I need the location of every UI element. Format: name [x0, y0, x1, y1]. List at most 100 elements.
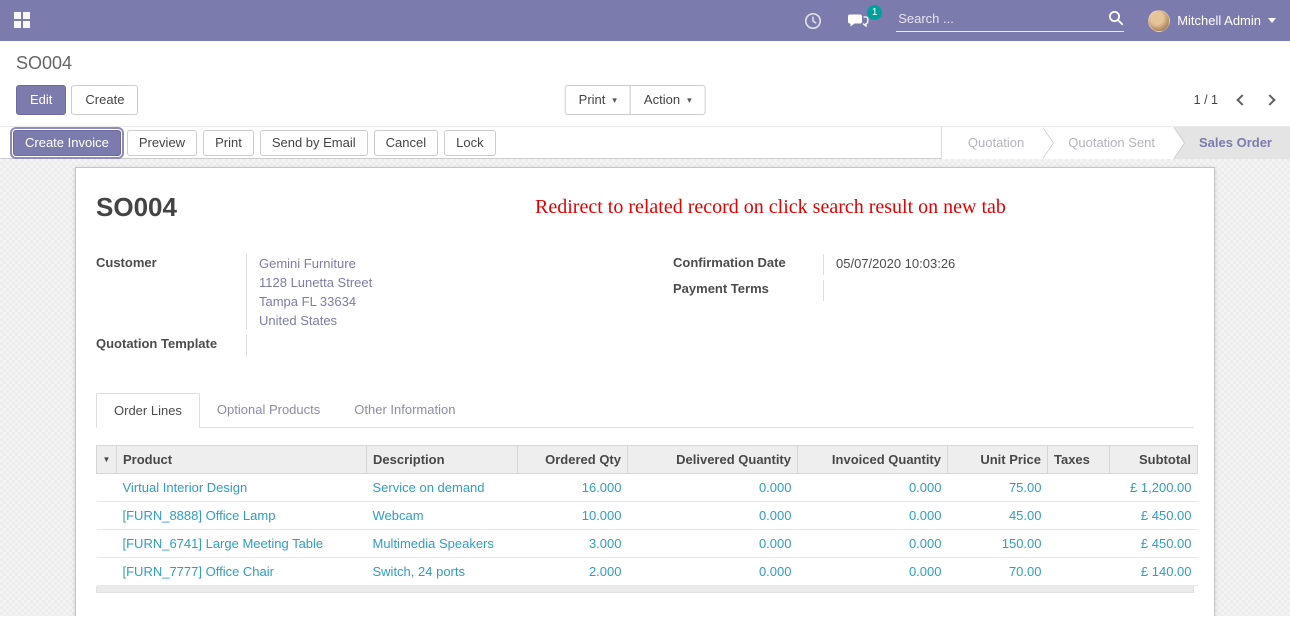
statusbar-button-preview[interactable]: Preview [127, 130, 197, 156]
pager-previous-icon[interactable] [1236, 94, 1247, 105]
field-confirmation-date: Confirmation Date05/07/2020 10:03:26 [673, 254, 1194, 275]
statusbar: Create InvoicePreviewPrintSend by EmailC… [0, 126, 1290, 159]
column-header-unit_price[interactable]: Unit Price [948, 446, 1048, 474]
user-avatar [1148, 10, 1170, 32]
field-value-line[interactable]: Tampa FL 33634 [259, 292, 617, 311]
statusbar-button-cancel[interactable]: Cancel [374, 130, 438, 156]
cell-text[interactable]: Switch, 24 ports [373, 564, 466, 579]
column-header-delivered_qty[interactable]: Delivered Quantity [628, 446, 798, 474]
field-value: Gemini Furniture1128 Lunetta StreetTampa… [246, 254, 617, 330]
cell-text: 45.00 [1009, 508, 1042, 523]
statusbar-button-print[interactable]: Print [203, 130, 254, 156]
field-value-line[interactable]: 1128 Lunetta Street [259, 273, 617, 292]
cell-text[interactable]: Webcam [373, 508, 424, 523]
edit-button[interactable]: Edit [16, 85, 66, 115]
cell-text[interactable]: Multimedia Speakers [373, 536, 494, 551]
table-row[interactable]: Virtual Interior Design Service on demand… [97, 474, 1198, 502]
caret-down-icon: ▾ [612, 92, 617, 108]
product-link[interactable]: Virtual Interior Design [123, 480, 248, 495]
field-value-line[interactable]: Gemini Furniture [259, 254, 617, 273]
print-menu-button[interactable]: Print ▾ [565, 85, 631, 115]
control-panel-buttons: Edit Create Print ▾ Action ▾ 1 / 1 [16, 85, 1274, 126]
column-header-invoiced_qty[interactable]: Invoiced Quantity [798, 446, 948, 474]
status-step-sales-order[interactable]: Sales Order [1173, 127, 1290, 159]
column-header-ordered_qty[interactable]: Ordered Qty [518, 446, 628, 474]
field-value [246, 335, 617, 356]
notebook-tabs: Order LinesOptional ProductsOther Inform… [96, 393, 1194, 428]
table-row[interactable]: [FURN_6741] Large Meeting Table Multimedi… [97, 530, 1198, 558]
row-handle-cell [97, 530, 117, 558]
control-panel: SO004 Edit Create Print ▾ Action ▾ 1 / 1 [0, 41, 1290, 126]
statusbar-button-lock[interactable]: Lock [444, 130, 495, 156]
status-step-quotation[interactable]: Quotation [941, 127, 1042, 159]
tab-optional-products[interactable]: Optional Products [200, 393, 337, 427]
cell-text[interactable]: Service on demand [373, 480, 485, 495]
field-value-line[interactable]: United States [259, 311, 617, 330]
cell-text: 0.000 [909, 480, 942, 495]
tab-other-information[interactable]: Other Information [337, 393, 472, 427]
cell-text: 0.000 [759, 480, 792, 495]
cell-subtotal: £ 1,200.00 [1110, 474, 1198, 502]
table-row[interactable]: [FURN_7777] Office Chair Switch, 24 ports… [97, 558, 1198, 586]
cell-ordered_qty: 10.000 [518, 502, 628, 530]
activity-clock-icon[interactable] [804, 12, 822, 30]
cell-text: 150.00 [1002, 536, 1042, 551]
cell-description: Webcam [367, 502, 518, 530]
chevron-down-icon [1268, 18, 1276, 23]
statusbar-button-create-invoice[interactable]: Create Invoice [13, 130, 121, 156]
field-payment-terms: Payment Terms [673, 280, 1194, 301]
messages-icon[interactable]: 1 [848, 12, 870, 30]
field-quotation-template: Quotation Template [96, 335, 617, 356]
cell-description: Multimedia Speakers [367, 530, 518, 558]
column-header-description[interactable]: Description [367, 446, 518, 474]
apps-menu-icon[interactable] [14, 12, 31, 29]
field-value: 05/07/2020 10:03:26 [823, 254, 1194, 275]
cell-text: 75.00 [1009, 480, 1042, 495]
search-input[interactable] [896, 10, 1102, 27]
cell-invoiced_qty: 0.000 [798, 530, 948, 558]
row-handle-cell [97, 474, 117, 502]
fields-left: CustomerGemini Furniture1128 Lunetta Str… [96, 254, 617, 361]
cell-taxes [1048, 558, 1110, 586]
cell-text: £ 1,200.00 [1130, 480, 1191, 495]
table-row[interactable]: [FURN_8888] Office Lamp Webcam 10.000 0.000… [97, 502, 1198, 530]
product-link[interactable]: [FURN_8888] Office Lamp [123, 508, 276, 523]
status-steps: QuotationQuotation SentSales Order [941, 127, 1290, 159]
cell-product: [FURN_8888] Office Lamp [117, 502, 367, 530]
cell-text: 0.000 [759, 564, 792, 579]
cell-product: [FURN_6741] Large Meeting Table [117, 530, 367, 558]
cell-text: 16.000 [582, 480, 622, 495]
cell-text: 0.000 [909, 564, 942, 579]
create-button[interactable]: Create [71, 85, 138, 115]
systray: 1 Mitchell Admin [804, 10, 1276, 32]
field-groups: CustomerGemini Furniture1128 Lunetta Str… [96, 254, 1194, 361]
cell-text: 0.000 [909, 508, 942, 523]
product-link[interactable]: [FURN_6741] Large Meeting Table [123, 536, 324, 551]
user-menu[interactable]: Mitchell Admin [1148, 10, 1276, 32]
column-header-subtotal[interactable]: Subtotal [1110, 446, 1198, 474]
pager-next-icon[interactable] [1264, 94, 1275, 105]
statusbar-button-send-by-email[interactable]: Send by Email [260, 130, 368, 156]
tab-order-lines[interactable]: Order Lines [96, 393, 200, 428]
breadcrumb: SO004 [16, 53, 1274, 74]
field-label: Quotation Template [96, 335, 246, 356]
cell-subtotal: £ 450.00 [1110, 530, 1198, 558]
action-menu-button[interactable]: Action ▾ [630, 85, 706, 115]
form-view-content: SO004 Redirect to related record on clic… [0, 159, 1290, 616]
cell-description: Switch, 24 ports [367, 558, 518, 586]
cell-invoiced_qty: 0.000 [798, 558, 948, 586]
column-header-taxes[interactable]: Taxes [1048, 446, 1110, 474]
cell-delivered_qty: 0.000 [628, 530, 798, 558]
row-handle-cell [97, 502, 117, 530]
search-icon[interactable] [1108, 10, 1124, 26]
product-link[interactable]: [FURN_7777] Office Chair [123, 564, 275, 579]
field-label: Confirmation Date [673, 254, 823, 275]
field-label: Payment Terms [673, 280, 823, 301]
status-step-quotation-sent[interactable]: Quotation Sent [1042, 127, 1173, 159]
optional-columns-caret-icon[interactable]: ▼ [97, 446, 117, 474]
column-header-product[interactable]: Product [117, 446, 367, 474]
field-label: Customer [96, 254, 246, 330]
cell-text: 0.000 [759, 508, 792, 523]
caret-down-icon: ▾ [687, 92, 692, 108]
global-search [896, 10, 1124, 32]
